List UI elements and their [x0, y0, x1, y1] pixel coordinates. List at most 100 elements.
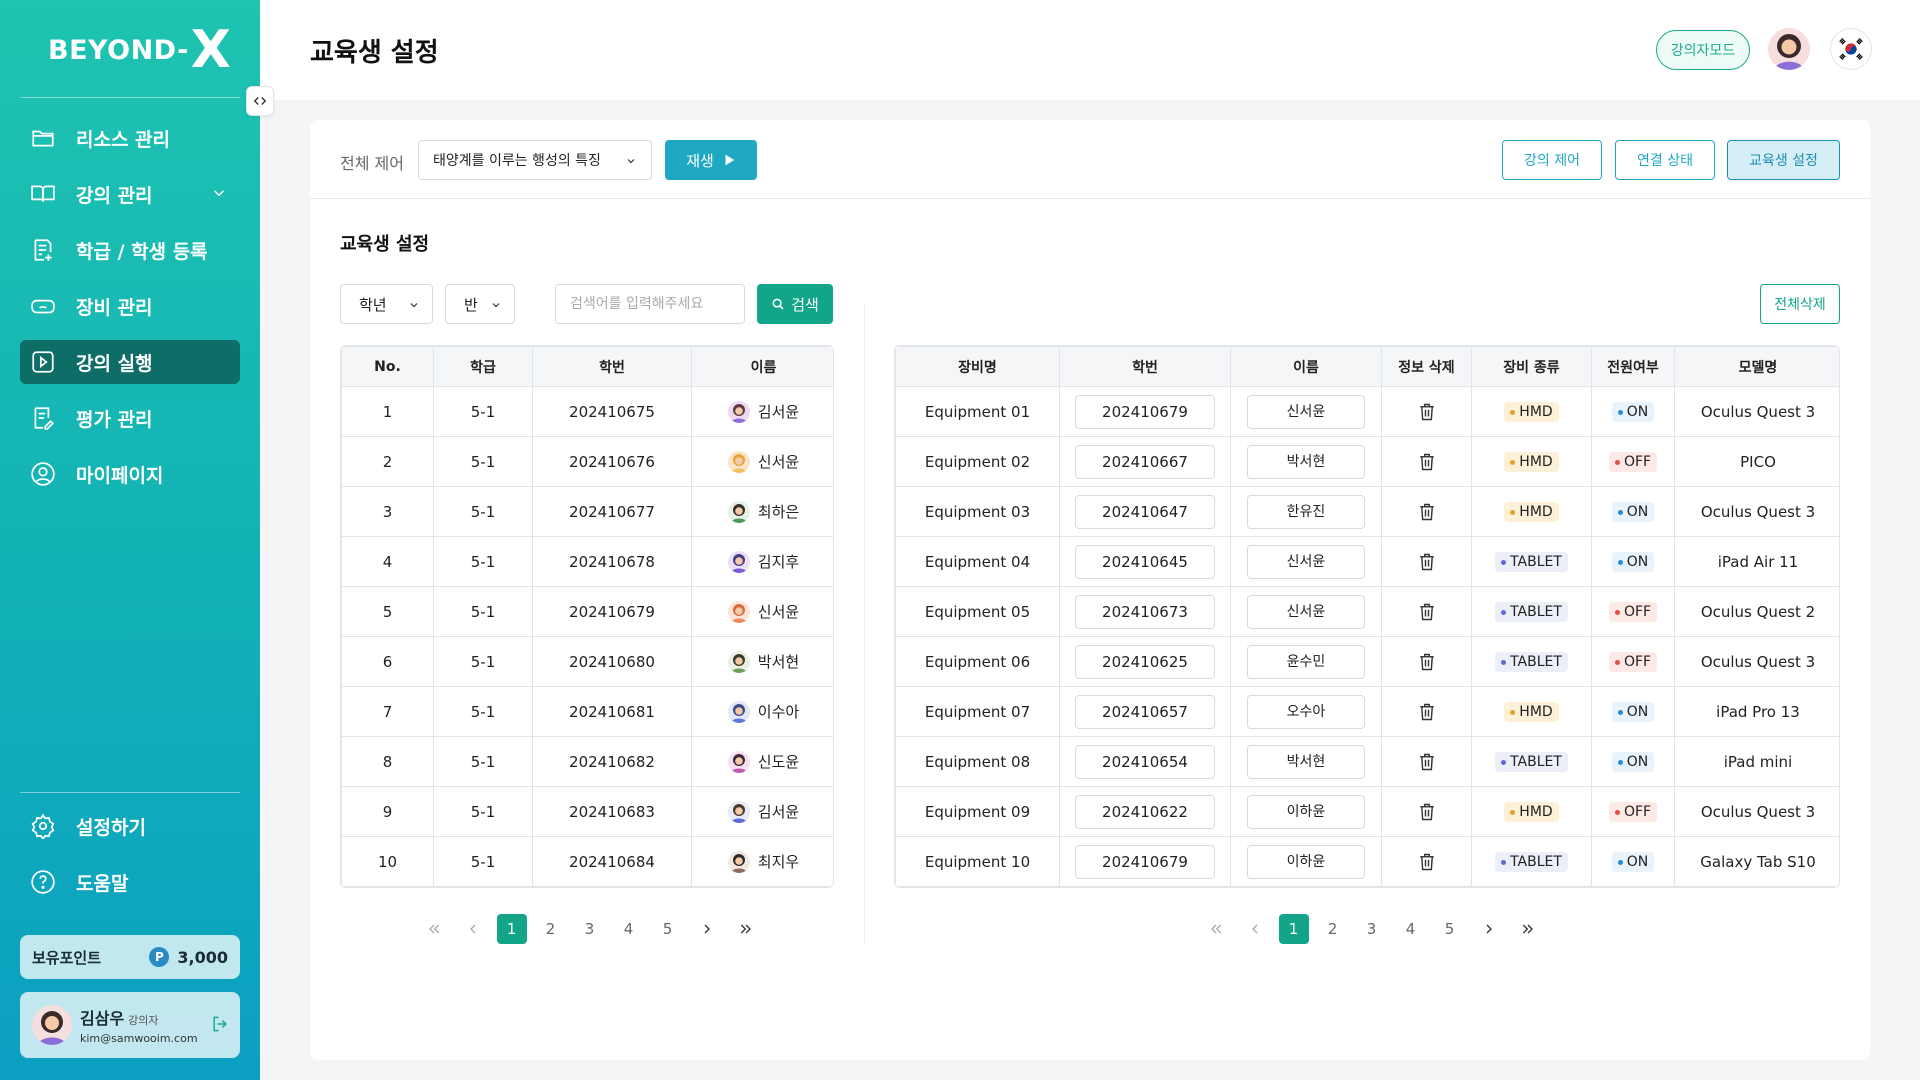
page-number[interactable]: 5 [648, 914, 687, 944]
pagination-prev-icon[interactable] [453, 914, 492, 944]
logout-icon[interactable] [210, 1014, 230, 1034]
header-avatar[interactable] [1768, 28, 1810, 70]
sidebar-item-lecture-run[interactable]: 강의 실행 [20, 340, 240, 384]
student-id-field[interactable]: 202410667 [1075, 444, 1215, 479]
search-button[interactable]: 검색 [757, 284, 833, 324]
page-number[interactable]: 1 [1274, 914, 1313, 944]
pagination-first-icon[interactable] [1196, 914, 1235, 944]
table-row[interactable]: 8 5-1 202410682 신도윤 [341, 736, 833, 787]
sidebar-item-class-register[interactable]: 학급 / 학생 등록 [20, 228, 240, 272]
class-filter-select[interactable]: 반 [445, 284, 515, 324]
table-cell: 5-1 [433, 686, 533, 737]
table-row[interactable]: Equipment 09 202410622 이하윤 HMD OFF Oculus Que… [895, 786, 1839, 837]
tab-student-settings[interactable]: 교육생 설정 [1727, 140, 1840, 180]
table-row[interactable]: Equipment 04 202410645 신서윤 TABLET ON iPad Air… [895, 536, 1839, 587]
page-number[interactable]: 1 [492, 914, 531, 944]
page-number[interactable]: 2 [531, 914, 570, 944]
student-id-field[interactable]: 202410625 [1075, 644, 1215, 679]
trash-icon[interactable] [1418, 552, 1436, 570]
lecture-select[interactable]: 태양계를 이루는 행성의 특징 [418, 140, 652, 180]
table-row[interactable]: Equipment 05 202410673 신서윤 TABLET OFF Oculus … [895, 586, 1839, 637]
page-number[interactable]: 4 [1391, 914, 1430, 944]
page-number[interactable]: 5 [1430, 914, 1469, 944]
table-row[interactable]: Equipment 08 202410654 박서현 TABLET ON iPad min… [895, 736, 1839, 787]
trash-icon[interactable] [1418, 802, 1436, 820]
student-name-field[interactable]: 박서현 [1247, 444, 1365, 479]
trash-icon[interactable] [1418, 752, 1436, 770]
sidebar-item-evaluation[interactable]: 평가 관리 [20, 396, 240, 440]
user-profile[interactable]: 김삼우 강의자 kim@samwooim.com [20, 992, 240, 1058]
play-button[interactable]: 재생 [665, 140, 757, 180]
table-row[interactable]: 10 5-1 202410684 최지우 [341, 836, 833, 887]
trash-icon[interactable] [1418, 502, 1436, 520]
pagination-next-icon[interactable] [1469, 914, 1508, 944]
trash-icon[interactable] [1418, 452, 1436, 470]
sidebar-item-resource[interactable]: 리소스 관리 [20, 116, 240, 160]
table-row[interactable]: Equipment 06 202410625 윤수민 TABLET OFF Oculus … [895, 636, 1839, 687]
tab-lecture-control[interactable]: 강의 제어 [1502, 140, 1602, 180]
student-id-field[interactable]: 202410679 [1075, 844, 1215, 879]
student-name-field[interactable]: 이하윤 [1247, 794, 1365, 829]
table-row[interactable]: 5 5-1 202410679 신서윤 [341, 586, 833, 637]
student-name-field[interactable]: 이하윤 [1247, 844, 1365, 879]
trash-icon[interactable] [1418, 852, 1436, 870]
sidebar-item-equipment[interactable]: 장비 관리 [20, 284, 240, 328]
student-name-field[interactable]: 윤수민 [1247, 644, 1365, 679]
pagination-last-icon[interactable] [726, 914, 765, 944]
pagination-last-icon[interactable] [1508, 914, 1547, 944]
search-input[interactable] [555, 284, 745, 324]
power-status-badge: ON [1611, 402, 1655, 423]
trash-icon[interactable] [1418, 602, 1436, 620]
table-row[interactable]: Equipment 01 202410679 신서윤 HMD ON Oculus Ques… [895, 386, 1839, 437]
student-id-field[interactable]: 202410622 [1075, 794, 1215, 829]
sidebar-item-help[interactable]: 도움말 [20, 860, 240, 904]
trash-icon[interactable] [1418, 402, 1436, 420]
sidebar-collapse-button[interactable] [246, 86, 274, 116]
student-id-field[interactable]: 202410679 [1075, 394, 1215, 429]
table-cell: 202410677 [532, 486, 692, 537]
page-number[interactable]: 4 [609, 914, 648, 944]
student-id-field[interactable]: 202410654 [1075, 744, 1215, 779]
korea-flag-icon[interactable] [1830, 28, 1872, 70]
sidebar-item-mypage[interactable]: 마이페이지 [20, 452, 240, 496]
page-number[interactable]: 3 [1352, 914, 1391, 944]
trash-icon[interactable] [1418, 652, 1436, 670]
table-row[interactable]: Equipment 02 202410667 박서현 HMD OFF PICO [895, 436, 1839, 487]
page-number[interactable]: 3 [570, 914, 609, 944]
pagination-next-icon[interactable] [687, 914, 726, 944]
grade-filter-select[interactable]: 학년 [340, 284, 433, 324]
sidebar-item-lecture-manage[interactable]: 강의 관리 [20, 172, 240, 216]
student-id-field[interactable]: 202410657 [1075, 694, 1215, 729]
table-cell: 202410681 [532, 686, 692, 737]
table-row[interactable]: 7 5-1 202410681 이수아 [341, 686, 833, 737]
pagination-first-icon[interactable] [414, 914, 453, 944]
student-name-field[interactable]: 신서윤 [1247, 394, 1365, 429]
table-row[interactable]: 4 5-1 202410678 김지후 [341, 536, 833, 587]
student-id-field[interactable]: 202410645 [1075, 544, 1215, 579]
table-row[interactable]: Equipment 10 202410679 이하윤 TABLET ON Galaxy T… [895, 836, 1839, 887]
lecturer-mode-button[interactable]: 강의자모드 [1656, 30, 1750, 70]
table-row[interactable]: 2 5-1 202410676 신서윤 [341, 436, 833, 487]
student-name-field[interactable]: 박서현 [1247, 744, 1365, 779]
table-row[interactable]: 9 5-1 202410683 김서윤 [341, 786, 833, 837]
tab-connection-status[interactable]: 연결 상태 [1615, 140, 1715, 180]
table-row[interactable]: 6 5-1 202410680 박서현 [341, 636, 833, 687]
student-name-field[interactable]: 오수아 [1247, 694, 1365, 729]
page-number[interactable]: 2 [1313, 914, 1352, 944]
student-name-field[interactable]: 신서윤 [1247, 594, 1365, 629]
sidebar-item-settings[interactable]: 설정하기 [20, 804, 240, 848]
student-name-field[interactable]: 신서윤 [1247, 544, 1365, 579]
pagination-prev-icon[interactable] [1235, 914, 1274, 944]
delete-all-button[interactable]: 전체삭제 [1760, 284, 1840, 324]
table-row[interactable]: 3 5-1 202410677 최하은 [341, 486, 833, 537]
trash-icon[interactable] [1418, 702, 1436, 720]
table-row[interactable]: Equipment 03 202410647 한유진 HMD ON Oculus Ques… [895, 486, 1839, 537]
chevron-down-icon[interactable] [210, 184, 228, 202]
student-id-field[interactable]: 202410673 [1075, 594, 1215, 629]
student-name-field[interactable]: 한유진 [1247, 494, 1365, 529]
power-status-badge: ON [1611, 702, 1655, 723]
logo[interactable]: BEYOND- X [48, 24, 231, 76]
student-id-field[interactable]: 202410647 [1075, 494, 1215, 529]
table-row[interactable]: Equipment 07 202410657 오수아 HMD ON iPad Pro 13 [895, 686, 1839, 737]
table-row[interactable]: 1 5-1 202410675 김서윤 [341, 386, 833, 437]
